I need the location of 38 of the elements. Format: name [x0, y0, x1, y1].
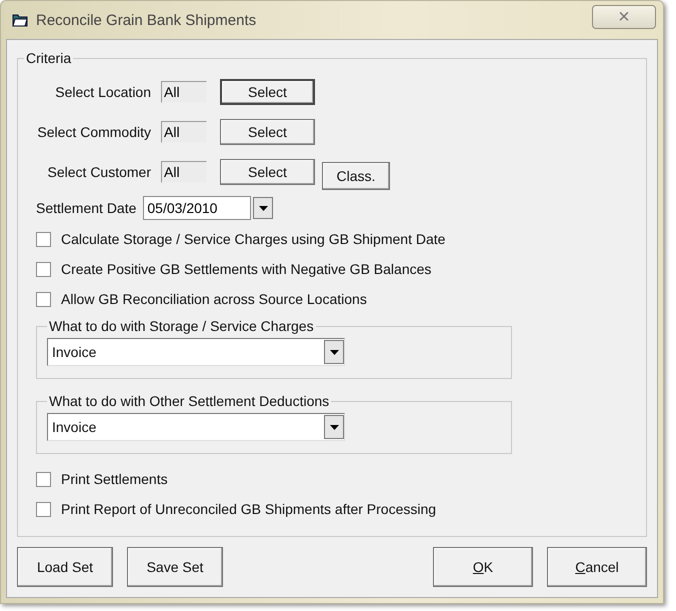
dropdown-field[interactable]: Invoice	[47, 338, 345, 366]
field-label: Settlement Date	[36, 200, 136, 216]
class-button[interactable]: Class.	[322, 162, 390, 190]
dropdown-button[interactable]	[253, 197, 274, 219]
checkbox[interactable]	[36, 292, 51, 306]
group-title: Criteria	[25, 50, 72, 66]
input-field[interactable]: All	[161, 121, 207, 143]
dropdown-arrow-icon	[330, 350, 338, 354]
dialog-button[interactable]: OK	[433, 547, 533, 587]
input-field[interactable]: All	[161, 161, 207, 183]
dialog-button[interactable]: Load Set	[17, 547, 113, 587]
group-title: What to do with Storage / Service Charges	[48, 318, 315, 334]
checkbox-label: Allow GB Reconciliation across Source Locations	[61, 291, 367, 307]
dropdown-arrow-icon	[330, 424, 338, 430]
checkbox[interactable]	[36, 502, 51, 516]
checkbox[interactable]	[36, 232, 51, 246]
field-label: Select Commodity	[36, 124, 152, 140]
window-icon	[12, 13, 28, 27]
dropdown-field[interactable]: Invoice	[47, 413, 345, 441]
select-button[interactable]: Select	[220, 159, 315, 185]
input-field[interactable]: All	[161, 81, 207, 103]
checkbox[interactable]	[36, 262, 51, 276]
dialog-button[interactable]: Cancel	[547, 547, 647, 587]
date-field[interactable]: 05/03/2010	[143, 196, 252, 220]
group-title: What to do with Other Settlement Deductions	[48, 393, 330, 409]
field-label: Select Location	[54, 84, 152, 100]
checkbox-label: Print Report of Unreconciled GB Shipments after Processing	[61, 501, 436, 517]
close-button[interactable]: ×	[592, 5, 656, 29]
checkbox-label: Calculate Storage / Service Charges using GB Shipment Date	[61, 231, 446, 247]
select-button[interactable]: Select	[220, 119, 315, 145]
field-label: Select Customer	[46, 164, 152, 180]
dialog-button[interactable]: Save Set	[127, 547, 223, 587]
checkbox[interactable]	[36, 472, 51, 486]
select-button[interactable]: Select	[220, 79, 315, 105]
checkbox-label: Create Positive GB Settlements with Negative GB Balances	[61, 261, 432, 277]
dropdown-arrow-icon	[258, 206, 268, 210]
window-title: Reconcile Grain Bank Shipments	[36, 12, 258, 28]
checkbox-label: Print Settlements	[61, 471, 168, 487]
